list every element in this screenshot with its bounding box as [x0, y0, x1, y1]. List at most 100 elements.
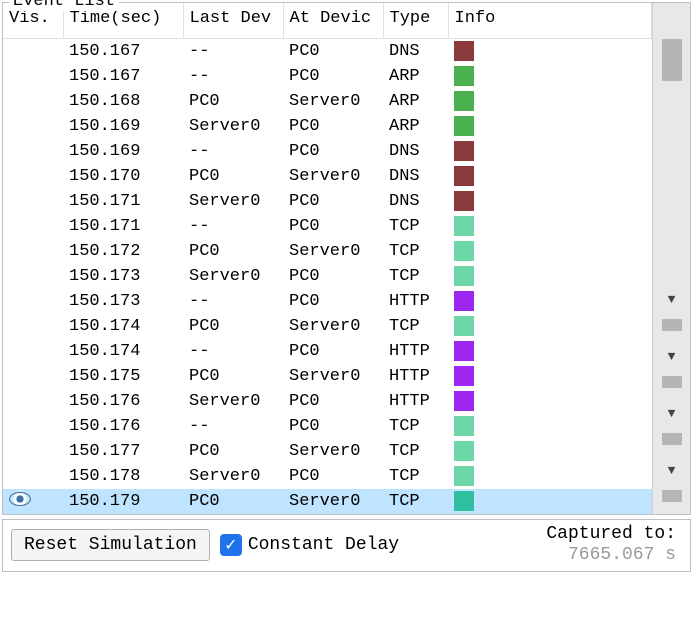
cell-last-device: --: [183, 414, 283, 439]
scroll-down-icon[interactable]: ▼: [668, 463, 676, 478]
cell-last-device: PC0: [183, 164, 283, 189]
table-row[interactable]: 150.175PC0Server0HTTP: [3, 364, 652, 389]
cell-last-device: --: [183, 139, 283, 164]
table-row[interactable]: 150.177PC0Server0TCP: [3, 439, 652, 464]
cell-info: [448, 439, 652, 464]
cell-time: 150.173: [63, 264, 183, 289]
cell-vis: [3, 89, 63, 114]
cell-last-device: --: [183, 214, 283, 239]
cell-info: [448, 314, 652, 339]
cell-info: [448, 164, 652, 189]
cell-time: 150.168: [63, 89, 183, 114]
col-header-info[interactable]: Info: [448, 3, 652, 39]
table-row[interactable]: 150.173Server0PC0TCP: [3, 264, 652, 289]
scroll-handle[interactable]: [662, 376, 682, 388]
cell-at-device: PC0: [283, 389, 383, 414]
cell-vis: [3, 214, 63, 239]
table-row[interactable]: 150.169Server0PC0ARP: [3, 114, 652, 139]
color-swatch-icon: [454, 241, 474, 261]
col-header-at[interactable]: At Devic: [283, 3, 383, 39]
cell-vis: [3, 289, 63, 314]
cell-last-device: PC0: [183, 364, 283, 389]
cell-at-device: Server0: [283, 164, 383, 189]
cell-time: 150.169: [63, 139, 183, 164]
col-header-last[interactable]: Last Dev: [183, 3, 283, 39]
cell-vis: [3, 339, 63, 364]
table-row[interactable]: 150.172PC0Server0TCP: [3, 239, 652, 264]
color-swatch-icon: [454, 191, 474, 211]
cell-type: HTTP: [383, 289, 448, 314]
col-header-type[interactable]: Type: [383, 3, 448, 39]
table-row[interactable]: 150.171--PC0TCP: [3, 214, 652, 239]
table-row[interactable]: 150.174PC0Server0TCP: [3, 314, 652, 339]
table-row[interactable]: 150.178Server0PC0TCP: [3, 464, 652, 489]
table-row[interactable]: 150.171Server0PC0DNS: [3, 189, 652, 214]
cell-time: 150.178: [63, 464, 183, 489]
cell-time: 150.174: [63, 339, 183, 364]
cell-at-device: PC0: [283, 189, 383, 214]
scroll-handle[interactable]: [662, 490, 682, 502]
cell-time: 150.174: [63, 314, 183, 339]
scroll-down-icon[interactable]: ▼: [668, 292, 676, 307]
table-row[interactable]: 150.168PC0Server0ARP: [3, 89, 652, 114]
cell-type: TCP: [383, 439, 448, 464]
cell-type: TCP: [383, 314, 448, 339]
cell-vis: [3, 414, 63, 439]
constant-delay-checkbox[interactable]: ✓ Constant Delay: [220, 534, 399, 556]
cell-vis: [3, 364, 63, 389]
cell-last-device: --: [183, 289, 283, 314]
cell-vis: [3, 264, 63, 289]
table-row[interactable]: 150.179PC0Server0TCP: [3, 489, 652, 514]
cell-type: ARP: [383, 64, 448, 89]
table-row[interactable]: 150.174--PC0HTTP: [3, 339, 652, 364]
scroll-handle[interactable]: [662, 433, 682, 445]
cell-at-device: Server0: [283, 489, 383, 514]
cell-at-device: PC0: [283, 414, 383, 439]
cell-info: [448, 264, 652, 289]
side-scrollbar[interactable]: ▼ ▼ ▼ ▼: [652, 3, 690, 514]
table-row[interactable]: 150.167--PC0DNS: [3, 39, 652, 64]
cell-type: DNS: [383, 164, 448, 189]
cell-info: [448, 239, 652, 264]
scrollbar-thumb[interactable]: [662, 39, 682, 81]
color-swatch-icon: [454, 116, 474, 136]
cell-info: [448, 89, 652, 114]
cell-time: 150.171: [63, 214, 183, 239]
color-swatch-icon: [454, 416, 474, 436]
cell-type: ARP: [383, 114, 448, 139]
cell-vis: [3, 464, 63, 489]
cell-at-device: PC0: [283, 339, 383, 364]
cell-time: 150.167: [63, 39, 183, 64]
cell-info: [448, 464, 652, 489]
table-row[interactable]: 150.176Server0PC0HTTP: [3, 389, 652, 414]
table-row[interactable]: 150.176--PC0TCP: [3, 414, 652, 439]
captured-label: Captured to:: [546, 524, 676, 546]
cell-vis: [3, 239, 63, 264]
cell-info: [448, 364, 652, 389]
cell-type: HTTP: [383, 389, 448, 414]
cell-vis: [3, 139, 63, 164]
table-row[interactable]: 150.169--PC0DNS: [3, 139, 652, 164]
cell-last-device: --: [183, 64, 283, 89]
color-swatch-icon: [454, 66, 474, 86]
color-swatch-icon: [454, 91, 474, 111]
captured-value: 7665.067 s: [546, 545, 676, 567]
reset-simulation-button[interactable]: Reset Simulation: [11, 529, 210, 561]
table-row[interactable]: 150.170PC0Server0DNS: [3, 164, 652, 189]
cell-last-device: PC0: [183, 239, 283, 264]
cell-type: TCP: [383, 414, 448, 439]
table-row[interactable]: 150.173--PC0HTTP: [3, 289, 652, 314]
scroll-handle[interactable]: [662, 319, 682, 331]
color-swatch-icon: [454, 391, 474, 411]
eye-icon: [9, 492, 31, 506]
cell-last-device: Server0: [183, 189, 283, 214]
table-row[interactable]: 150.167--PC0ARP: [3, 64, 652, 89]
cell-type: TCP: [383, 464, 448, 489]
cell-info: [448, 39, 652, 64]
cell-vis: [3, 39, 63, 64]
cell-last-device: --: [183, 339, 283, 364]
cell-info: [448, 489, 652, 514]
scroll-down-icon[interactable]: ▼: [668, 406, 676, 421]
scroll-down-icon[interactable]: ▼: [668, 349, 676, 364]
color-swatch-icon: [454, 266, 474, 286]
